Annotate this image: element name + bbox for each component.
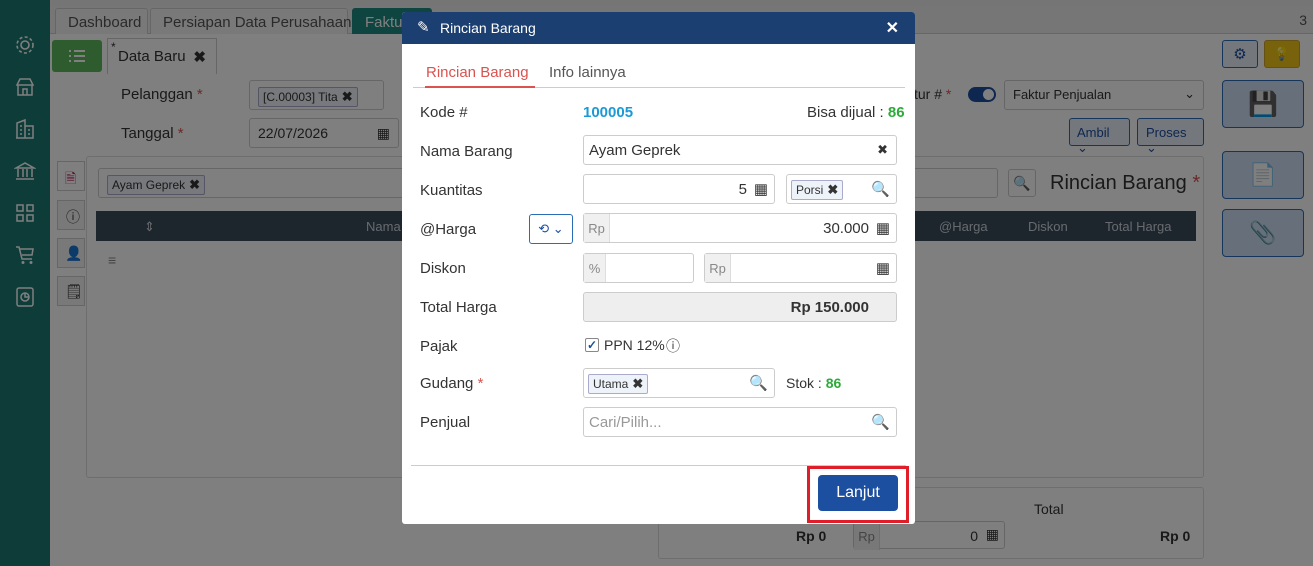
unit-chip: Porsi ✖ bbox=[791, 180, 844, 200]
active-tab-underline bbox=[425, 86, 535, 88]
rincian-barang-modal: ✎ Rincian Barang ✕ Rincian Barang Info l… bbox=[402, 12, 915, 524]
nama-barang-label: Nama Barang bbox=[420, 143, 513, 160]
harga-field[interactable]: Rp 30.000 ▦ bbox=[583, 213, 897, 243]
modal-title: Rincian Barang bbox=[440, 20, 536, 36]
harga-label: @Harga bbox=[420, 221, 477, 238]
modal-tabs: Rincian Barang Info lainnya bbox=[413, 58, 905, 88]
info-icon[interactable]: ⓘ bbox=[666, 336, 680, 356]
search-icon[interactable]: 🔍 bbox=[749, 374, 768, 392]
total-harga-field: Rp 150.000 bbox=[583, 292, 897, 322]
history-icon: ⟲ ⌄ bbox=[538, 221, 564, 236]
kuantitas-field[interactable]: 5 ▦ bbox=[583, 174, 775, 204]
close-icon[interactable]: ✕ bbox=[886, 18, 899, 38]
nama-barang-field[interactable]: Ayam Geprek ✖ bbox=[583, 135, 897, 165]
penjual-field[interactable]: Cari/Pilih... 🔍 bbox=[583, 407, 897, 437]
gudang-field[interactable]: Utama ✖ 🔍 bbox=[583, 368, 775, 398]
search-icon[interactable]: 🔍 bbox=[871, 413, 890, 431]
total-harga-label: Total Harga bbox=[420, 299, 497, 316]
search-icon[interactable]: 🔍 bbox=[871, 180, 890, 198]
diskon-label: Diskon bbox=[420, 260, 466, 277]
diskon-percent-field[interactable]: % bbox=[583, 253, 694, 283]
clear-icon[interactable]: ✖ bbox=[877, 142, 888, 158]
app-page: Dashboard Persiapan Data Perusahaan Fakt… bbox=[0, 0, 1313, 566]
kuantitas-label: Kuantitas bbox=[420, 182, 483, 199]
highlight-box bbox=[807, 466, 909, 523]
gudang-label: Gudang * bbox=[420, 375, 484, 392]
diskon-rp-prefix: Rp bbox=[705, 254, 731, 282]
bisa-dijual: Bisa dijual : 86 bbox=[807, 104, 905, 121]
stok: Stok : 86 bbox=[786, 375, 842, 391]
tab-rincian-barang[interactable]: Rincian Barang bbox=[426, 64, 529, 81]
modal-header: ✎ Rincian Barang ✕ bbox=[402, 12, 915, 44]
harga-value: 30.000 bbox=[823, 220, 869, 237]
diskon-percent-prefix: % bbox=[584, 254, 606, 282]
kode-value: 100005 bbox=[583, 104, 634, 121]
gudang-chip: Utama ✖ bbox=[588, 374, 649, 394]
penjual-label: Penjual bbox=[420, 414, 471, 431]
bisa-dijual-value: 86 bbox=[887, 104, 905, 121]
tab-info-lainnya[interactable]: Info lainnya bbox=[549, 64, 626, 81]
harga-prefix: Rp bbox=[584, 214, 610, 242]
price-history-button[interactable]: ⟲ ⌄ bbox=[529, 214, 573, 244]
calculator-icon[interactable]: ▦ bbox=[876, 219, 890, 237]
total-harga-value: Rp 150.000 bbox=[790, 299, 869, 316]
ppn-checkbox[interactable]: ✓ bbox=[585, 338, 599, 352]
pencil-icon: ✎ bbox=[417, 19, 430, 36]
diskon-amount-field[interactable]: Rp ▦ bbox=[704, 253, 897, 283]
unit-field[interactable]: Porsi ✖ 🔍 bbox=[786, 174, 897, 204]
pajak-label: Pajak bbox=[420, 338, 458, 355]
calculator-icon[interactable]: ▦ bbox=[754, 180, 768, 198]
kuantitas-value: 5 bbox=[738, 181, 747, 198]
ppn-label: PPN 12% bbox=[604, 337, 665, 353]
bisa-dijual-label: Bisa dijual : bbox=[807, 104, 884, 121]
calculator-icon[interactable]: ▦ bbox=[876, 259, 890, 277]
kode-label: Kode # bbox=[420, 104, 468, 121]
